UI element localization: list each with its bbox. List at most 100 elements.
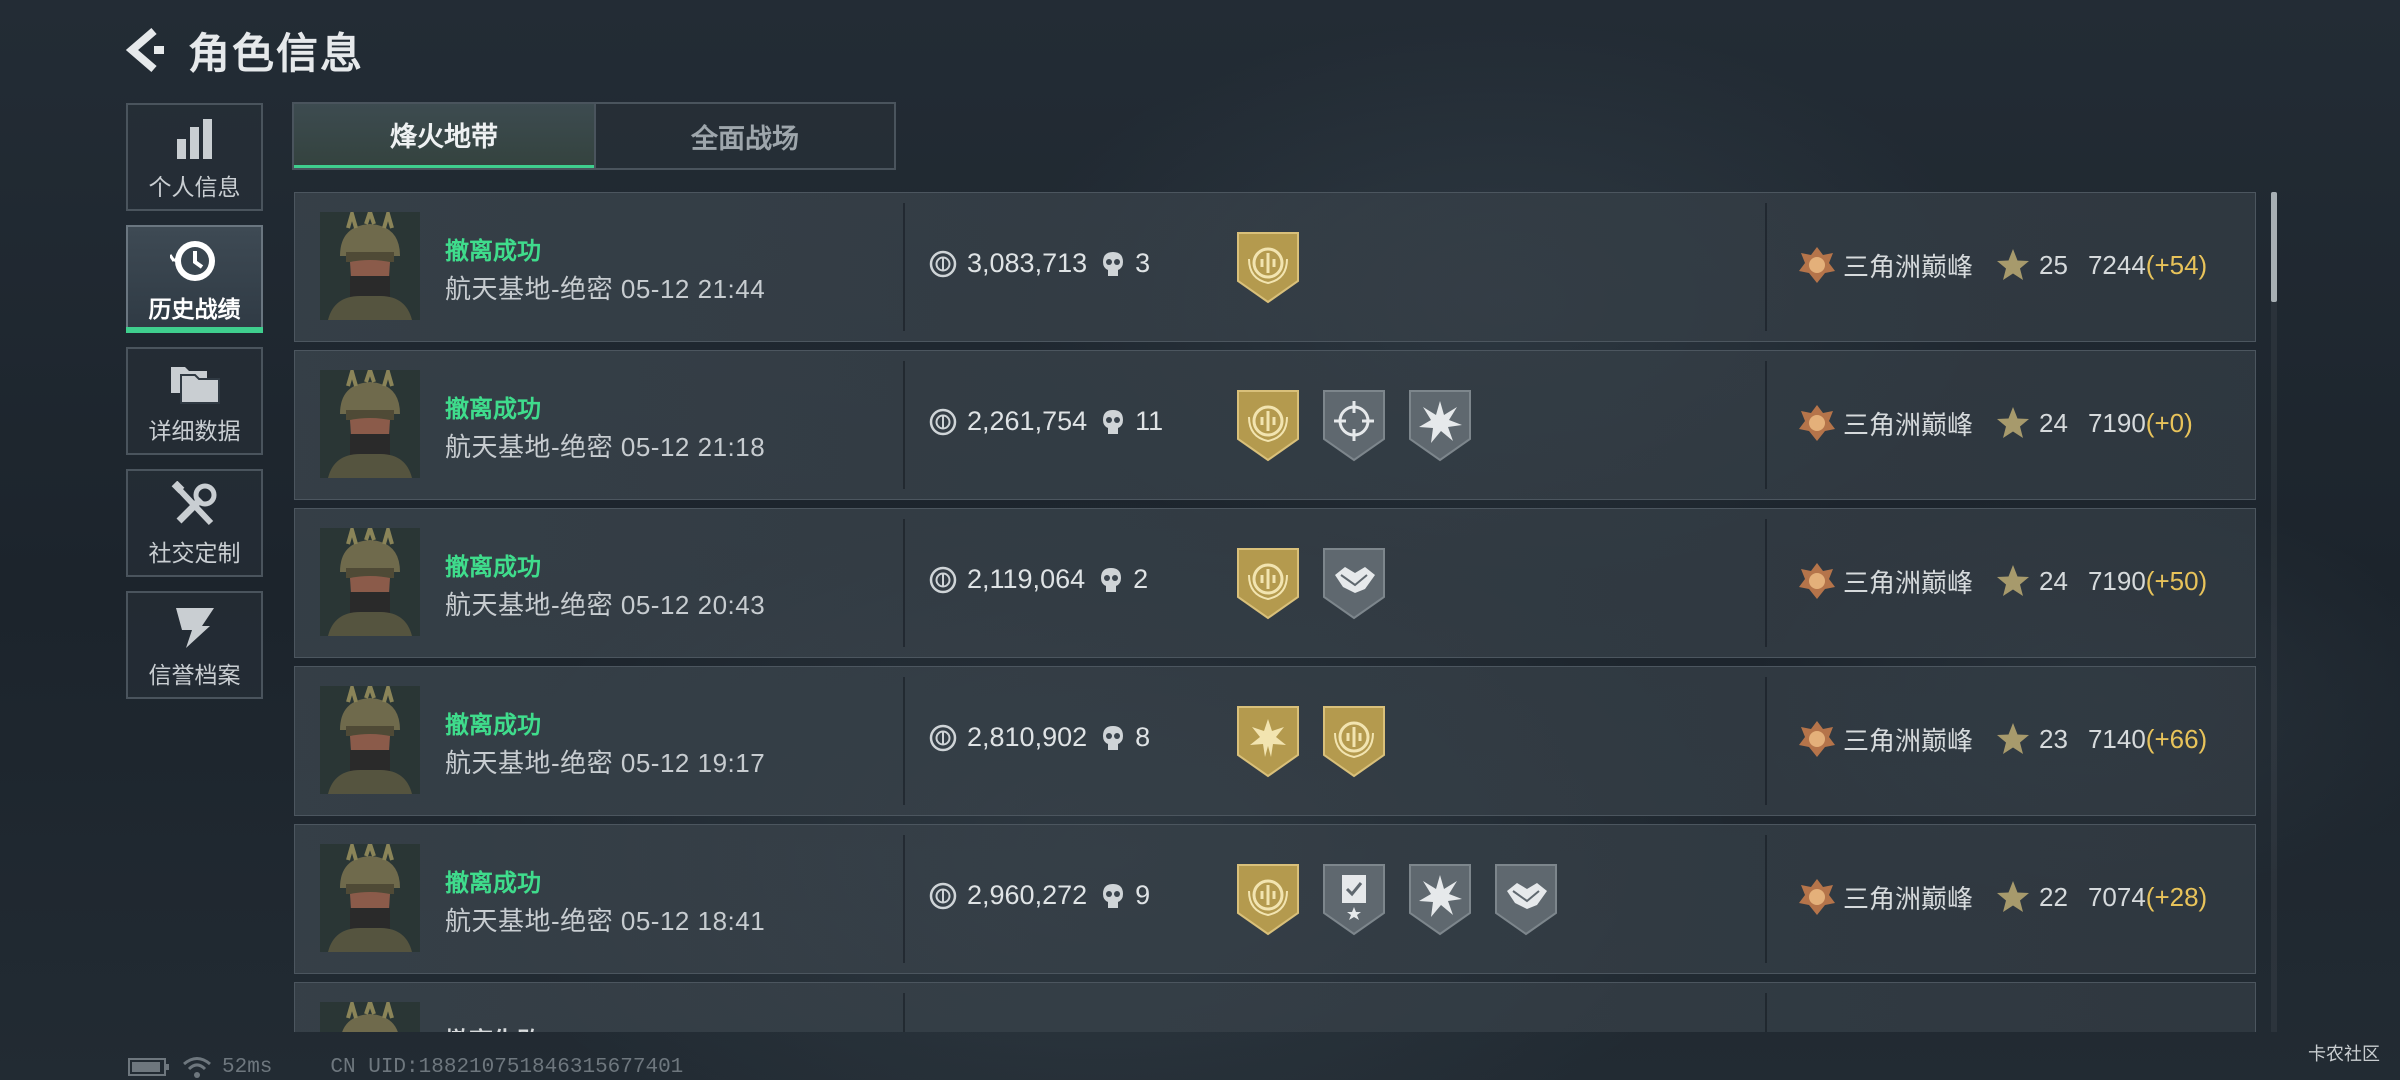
- watermark: 卡农社区: [2308, 1044, 2380, 1064]
- rank-info: 三角洲巅峰 25 7244 (+54): [1797, 245, 2207, 285]
- match-result: 撤离成功: [445, 870, 541, 897]
- rank-emblem-icon: [1797, 403, 1837, 443]
- operator-avatar: [320, 844, 420, 952]
- map-and-time: 航天基地-绝密 05-12 21:44: [445, 274, 766, 304]
- rank-info: 三角洲巅峰 23 7140 (+66): [1797, 719, 2207, 759]
- nav-item-reputation[interactable]: 信誉档案: [126, 591, 263, 699]
- tools-icon: [171, 478, 219, 532]
- scrollbar[interactable]: [2271, 192, 2277, 1032]
- grey-clipboard-badge-icon[interactable]: [1321, 861, 1387, 937]
- folders-icon: [169, 356, 221, 410]
- nav-item-history[interactable]: 历史战绩: [126, 225, 263, 333]
- divider: [903, 203, 905, 331]
- points-delta: (+66): [2145, 723, 2208, 754]
- match-row[interactable]: 撤离失败: [294, 982, 2256, 1032]
- rank-name: 三角洲巅峰: [1843, 567, 1974, 598]
- kill-count: 9: [1135, 880, 1151, 910]
- match-row[interactable]: 撤离成功 航天基地-绝密 05-12 18:41 2,960,272 9 三角洲…: [294, 824, 2256, 974]
- rank-points: 7190: [2087, 565, 2146, 596]
- rank-info: 三角洲巅峰 24 7190 (+50): [1797, 561, 2207, 601]
- skull-icon: [1101, 724, 1125, 752]
- tab-hazard-zone[interactable]: 烽火地带: [294, 104, 594, 168]
- star-icon: [1995, 405, 2031, 441]
- badge-list: [1235, 545, 1387, 621]
- rank-emblem-icon: [1797, 719, 1837, 759]
- rank-info: 三角洲巅峰 22 7074 (+28): [1797, 877, 2207, 917]
- coin-icon: [929, 250, 957, 278]
- tab-full-battlefield[interactable]: 全面战场: [594, 104, 894, 168]
- scrollbar-thumb[interactable]: [2271, 192, 2277, 302]
- star-icon: [1995, 721, 2031, 757]
- side-nav: 个人信息 历史战绩 详细数据 社交定制 信誉档案: [126, 103, 263, 713]
- rank-emblem-icon: [1797, 877, 1837, 917]
- gold-sun-badge-icon[interactable]: [1235, 703, 1301, 779]
- skull-icon: [1101, 408, 1125, 436]
- operator-avatar: [320, 370, 420, 478]
- rank-info: 三角洲巅峰 24 7190 (+0): [1797, 403, 2193, 443]
- map-and-time: 航天基地-绝密 05-12 21:18: [445, 432, 766, 462]
- match-stats: 3,083,713 3: [929, 248, 1150, 279]
- divider: [903, 835, 905, 963]
- divider: [1765, 203, 1767, 331]
- grey-crosshair-badge-icon[interactable]: [1321, 387, 1387, 463]
- match-row[interactable]: 撤离成功 航天基地-绝密 05-12 20:43 2,119,064 2 三角洲…: [294, 508, 2256, 658]
- star-icon: [1995, 879, 2031, 915]
- gold-laurel-badge-icon[interactable]: [1235, 229, 1301, 305]
- match-result: 撤离成功: [445, 554, 541, 581]
- match-row[interactable]: 撤离成功 航天基地-绝密 05-12 21:18 2,261,754 11 三角…: [294, 350, 2256, 500]
- grey-handshake-badge-icon[interactable]: [1321, 545, 1387, 621]
- coin-icon: [929, 566, 957, 594]
- grey-burst-badge-icon[interactable]: [1407, 861, 1473, 937]
- coin-icon: [929, 724, 957, 752]
- divider: [1765, 835, 1767, 963]
- grey-handshake-badge-icon[interactable]: [1493, 861, 1559, 937]
- coin-icon: [929, 408, 957, 436]
- coin-icon: [929, 882, 957, 910]
- wifi-icon: [183, 1057, 211, 1078]
- badge-list: [1235, 229, 1301, 305]
- extract-value: 2,261,754: [967, 406, 1088, 436]
- rank-points: 7074: [2087, 881, 2146, 912]
- map-and-time: 航天基地-绝密 05-12 18:41: [445, 906, 766, 936]
- points-delta: (+50): [2145, 565, 2208, 596]
- rank-points: 7244: [2087, 249, 2146, 280]
- nav-item-personal-info[interactable]: 个人信息: [126, 103, 263, 211]
- nav-label: 社交定制: [148, 540, 241, 566]
- divider: [903, 993, 905, 1032]
- star-icon: [1995, 247, 2031, 283]
- nav-label: 个人信息: [148, 174, 241, 200]
- gold-laurel-badge-icon[interactable]: [1235, 861, 1301, 937]
- ping-value: 52ms: [222, 1055, 273, 1079]
- match-result: 撤离成功: [445, 396, 541, 423]
- bar-chart-icon: [173, 112, 217, 166]
- rank-name: 三角洲巅峰: [1843, 409, 1974, 440]
- rank-points: 7140: [2087, 723, 2146, 754]
- divider: [1765, 993, 1767, 1032]
- match-row[interactable]: 撤离成功 航天基地-绝密 05-12 21:44 3,083,713 3 三角洲…: [294, 192, 2256, 342]
- divider: [1765, 677, 1767, 805]
- nav-item-social[interactable]: 社交定制: [126, 469, 263, 577]
- kill-count: 3: [1135, 248, 1151, 278]
- rank-level: 24: [2039, 565, 2068, 596]
- kill-count: 8: [1135, 722, 1151, 752]
- gold-laurel-badge-icon[interactable]: [1235, 545, 1301, 621]
- rank-name: 三角洲巅峰: [1843, 251, 1974, 282]
- reputation-icon: [172, 600, 218, 654]
- back-button[interactable]: [120, 22, 170, 78]
- star-icon: [1995, 563, 2031, 599]
- grey-burst-badge-icon[interactable]: [1407, 387, 1473, 463]
- nav-label: 详细数据: [148, 418, 241, 444]
- nav-label: 历史战绩: [148, 296, 241, 322]
- divider: [903, 361, 905, 489]
- header: 角色信息: [120, 22, 680, 78]
- match-history-list[interactable]: 撤离成功 航天基地-绝密 05-12 21:44 3,083,713 3 三角洲…: [294, 192, 2256, 1032]
- status-bar: 52ms CN UID:1882107518463156774​01: [128, 1055, 683, 1079]
- match-result: 撤离成功: [445, 238, 541, 265]
- gold-laurel-badge-icon[interactable]: [1235, 387, 1301, 463]
- page-title: 角色信息: [188, 29, 365, 77]
- map-and-time: 航天基地-绝密 05-12 20:43: [445, 590, 766, 620]
- gold-laurel-badge-icon[interactable]: [1321, 703, 1387, 779]
- match-row[interactable]: 撤离成功 航天基地-绝密 05-12 19:17 2,810,902 8 三角洲…: [294, 666, 2256, 816]
- divider: [903, 677, 905, 805]
- nav-item-detailed-data[interactable]: 详细数据: [126, 347, 263, 455]
